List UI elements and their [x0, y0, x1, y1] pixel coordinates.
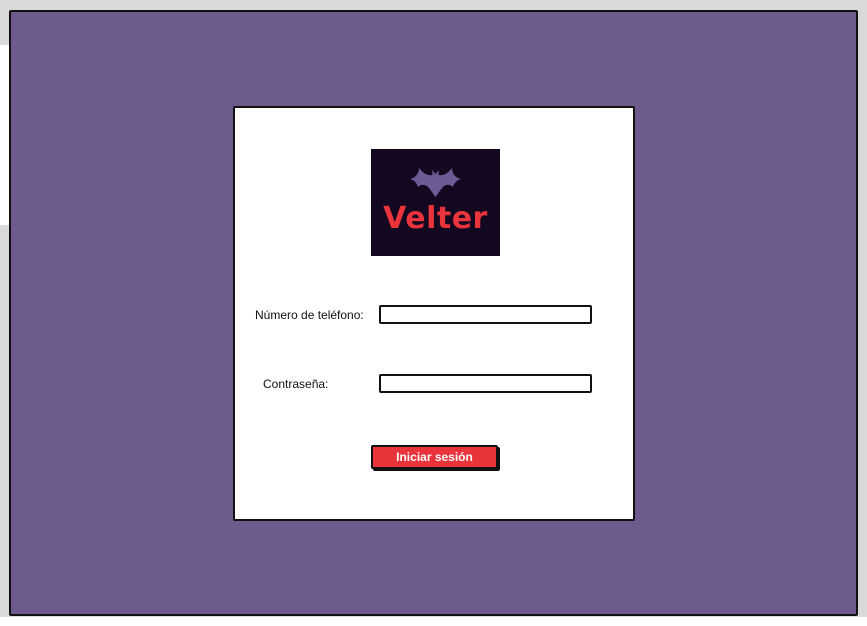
- left-edge-strip: [0, 45, 9, 225]
- phone-input[interactable]: [379, 305, 592, 324]
- login-button[interactable]: Iniciar sesión: [371, 445, 498, 469]
- password-label: Contraseña:: [263, 377, 329, 391]
- velter-logo: Velter: [371, 149, 500, 256]
- logo-text: Velter: [383, 201, 488, 236]
- bat-icon: [410, 168, 461, 197]
- password-input[interactable]: [379, 374, 592, 393]
- phone-label: Número de teléfono:: [255, 308, 364, 322]
- bottom-edge-strip: [0, 617, 867, 626]
- login-card: Velter Número de teléfono: Contraseña: I…: [233, 106, 635, 521]
